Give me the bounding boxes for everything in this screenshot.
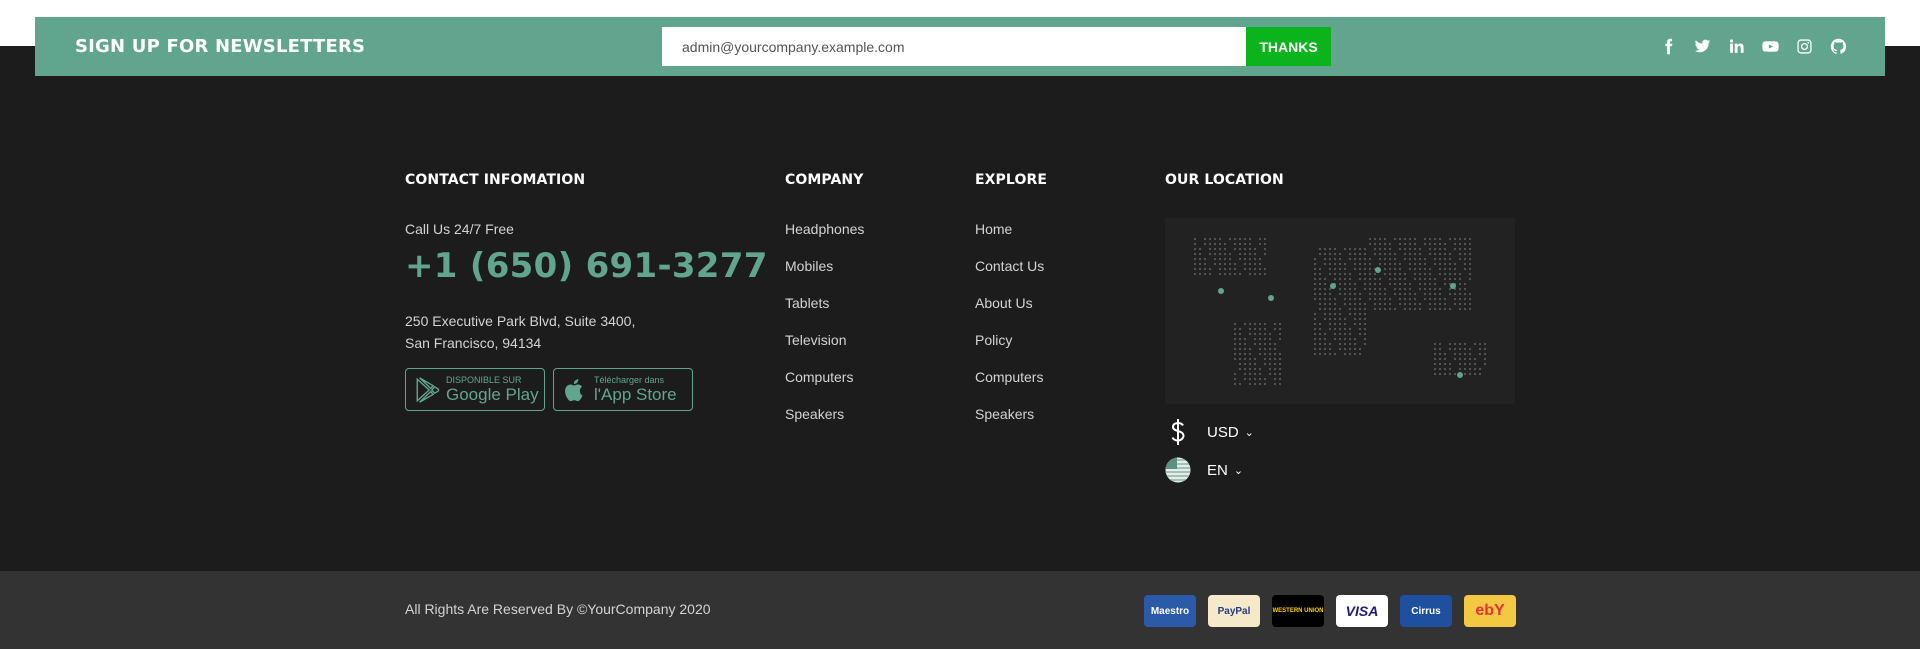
explore-link-speakers[interactable]: Speakers bbox=[975, 406, 1044, 443]
western-union-icon: WESTERN UNION bbox=[1272, 595, 1324, 627]
google-play-icon bbox=[416, 376, 440, 403]
address-line-1: 250 Executive Park Blvd, Suite 3400, bbox=[405, 313, 636, 329]
map-marker bbox=[1330, 283, 1336, 289]
location-title: OUR LOCATION bbox=[1165, 172, 1284, 188]
phone-number[interactable]: +1 (650) 691-3277 bbox=[405, 246, 768, 286]
map-marker bbox=[1268, 295, 1274, 301]
explore-title: EXPLORE bbox=[975, 172, 1047, 188]
world-map-dots bbox=[1193, 237, 1487, 386]
company-title: COMPANY bbox=[785, 172, 864, 188]
explore-link-about-us[interactable]: About Us bbox=[975, 295, 1044, 332]
call-label: Call Us 24/7 Free bbox=[405, 221, 514, 237]
apple-icon bbox=[565, 378, 583, 401]
explore-link-contact-us[interactable]: Contact Us bbox=[975, 258, 1044, 295]
facebook-icon[interactable] bbox=[1658, 37, 1679, 56]
github-icon[interactable] bbox=[1828, 37, 1849, 56]
explore-link-home[interactable]: Home bbox=[975, 221, 1044, 258]
payment-methods: Maestro PayPal WESTERN UNION VISA Cirrus… bbox=[1144, 595, 1516, 627]
map-marker bbox=[1457, 372, 1463, 378]
company-link-tablets[interactable]: Tablets bbox=[785, 295, 864, 332]
us-flag-icon bbox=[1165, 457, 1191, 483]
copyright-text: All Rights Are Reserved By ©YourCompany … bbox=[405, 601, 711, 617]
linkedin-icon[interactable] bbox=[1726, 37, 1747, 56]
company-link-television[interactable]: Television bbox=[785, 332, 864, 369]
newsletter-email-input[interactable] bbox=[662, 27, 1272, 66]
company-link-mobiles[interactable]: Mobiles bbox=[785, 258, 864, 295]
map-marker bbox=[1375, 267, 1381, 273]
chevron-down-icon: ⌄ bbox=[1244, 425, 1254, 439]
social-links bbox=[1658, 37, 1849, 56]
language-selector[interactable]: EN ⌄ bbox=[1165, 457, 1243, 483]
map-marker bbox=[1218, 288, 1224, 294]
app-store-button[interactable]: Télécharger dans l'App Store bbox=[553, 368, 693, 411]
app-store-big: l'App Store bbox=[594, 385, 677, 404]
paypal-icon: PayPal bbox=[1208, 595, 1260, 627]
maestro-icon: Maestro bbox=[1144, 595, 1196, 627]
explore-link-computers[interactable]: Computers bbox=[975, 369, 1044, 406]
map-marker bbox=[1450, 283, 1456, 289]
dollar-icon bbox=[1165, 419, 1191, 445]
footer: CONTACT INFOMATION Call Us 24/7 Free +1 … bbox=[0, 46, 1920, 649]
newsletter-title: SIGN UP FOR NEWSLETTERS bbox=[75, 36, 366, 57]
youtube-icon[interactable] bbox=[1760, 37, 1781, 56]
currency-selector[interactable]: USD ⌄ bbox=[1165, 419, 1254, 445]
world-map bbox=[1165, 218, 1515, 404]
explore-link-policy[interactable]: Policy bbox=[975, 332, 1044, 369]
google-play-small: DISPONIBLE SUR bbox=[446, 375, 522, 385]
company-link-speakers[interactable]: Speakers bbox=[785, 406, 864, 443]
company-link-headphones[interactable]: Headphones bbox=[785, 221, 864, 258]
cirrus-icon: Cirrus bbox=[1400, 595, 1452, 627]
company-link-computers[interactable]: Computers bbox=[785, 369, 864, 406]
explore-links: Home Contact Us About Us Policy Computer… bbox=[975, 221, 1044, 443]
bottom-bar: All Rights Are Reserved By ©YourCompany … bbox=[0, 571, 1920, 649]
app-store-small: Télécharger dans bbox=[594, 375, 665, 385]
twitter-icon[interactable] bbox=[1692, 37, 1713, 56]
language-label: EN bbox=[1207, 461, 1228, 479]
google-play-button[interactable]: DISPONIBLE SUR Google Play bbox=[405, 368, 545, 411]
chevron-down-icon: ⌄ bbox=[1233, 463, 1244, 477]
currency-label: USD bbox=[1207, 423, 1239, 441]
newsletter-submit-button[interactable]: THANKS bbox=[1246, 27, 1331, 66]
address-line-2: San Francisco, 94134 bbox=[405, 335, 542, 351]
newsletter-bar: SIGN UP FOR NEWSLETTERS THANKS bbox=[35, 17, 1885, 76]
ebay-icon: ebY bbox=[1464, 595, 1516, 627]
google-play-big: Google Play bbox=[446, 385, 539, 404]
visa-icon: VISA bbox=[1336, 595, 1388, 627]
instagram-icon[interactable] bbox=[1794, 37, 1815, 56]
company-links: Headphones Mobiles Tablets Television Co… bbox=[785, 221, 864, 443]
contact-title: CONTACT INFOMATION bbox=[405, 172, 586, 188]
address: 250 Executive Park Blvd, Suite 3400, San… bbox=[405, 310, 635, 354]
